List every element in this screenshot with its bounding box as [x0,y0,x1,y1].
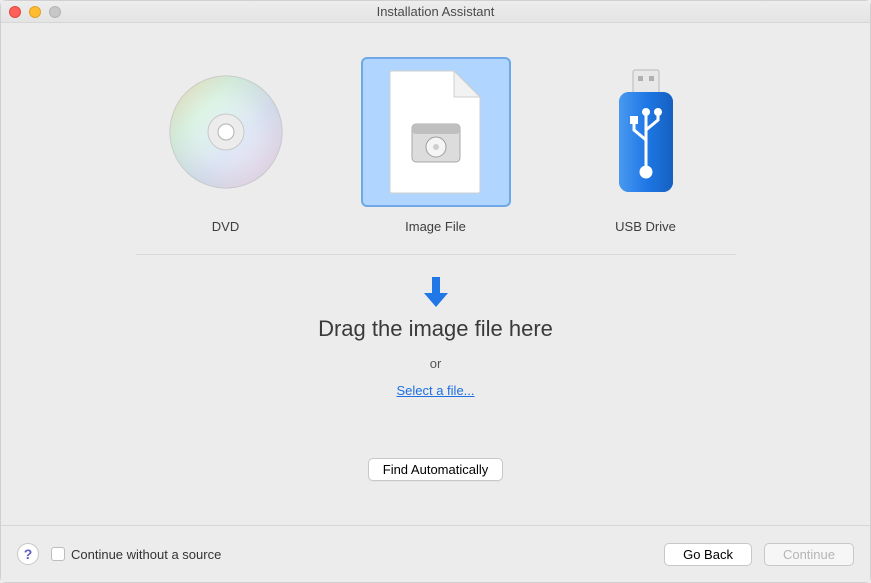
titlebar: Installation Assistant [1,1,870,23]
continue-button: Continue [764,543,854,566]
option-dvd[interactable]: DVD [151,57,301,234]
option-usb-drive[interactable]: USB Drive [571,57,721,234]
dropzone-heading: Drag the image file here [318,316,553,342]
option-image-file-label: Image File [405,219,466,234]
go-back-button[interactable]: Go Back [664,543,752,566]
option-dvd-frame [151,57,301,207]
dvd-icon [167,73,285,191]
content-area: DVD Image File [1,23,870,525]
checkbox-icon [51,547,65,561]
usb-drive-icon [611,68,681,196]
dropzone-or: or [430,356,442,371]
window-title: Installation Assistant [1,4,870,19]
option-image-file-frame [361,57,511,207]
option-image-file[interactable]: Image File [361,57,511,234]
continue-without-source-checkbox[interactable]: Continue without a source [51,547,221,562]
bottom-bar: ? Continue without a source Go Back Cont… [1,525,870,582]
help-button[interactable]: ? [17,543,39,565]
find-automatically-button[interactable]: Find Automatically [368,458,504,481]
checkbox-label: Continue without a source [71,547,221,562]
option-usb-drive-frame [571,57,721,207]
minimize-icon[interactable] [29,6,41,18]
image-file-icon [386,69,486,195]
zoom-icon [49,6,61,18]
option-usb-drive-label: USB Drive [615,219,676,234]
source-options: DVD Image File [151,57,721,234]
close-icon[interactable] [9,6,21,18]
arrow-down-icon [421,275,451,312]
window-controls [9,6,61,18]
option-dvd-label: DVD [212,219,239,234]
select-file-link[interactable]: Select a file... [396,383,474,398]
divider [136,254,736,255]
